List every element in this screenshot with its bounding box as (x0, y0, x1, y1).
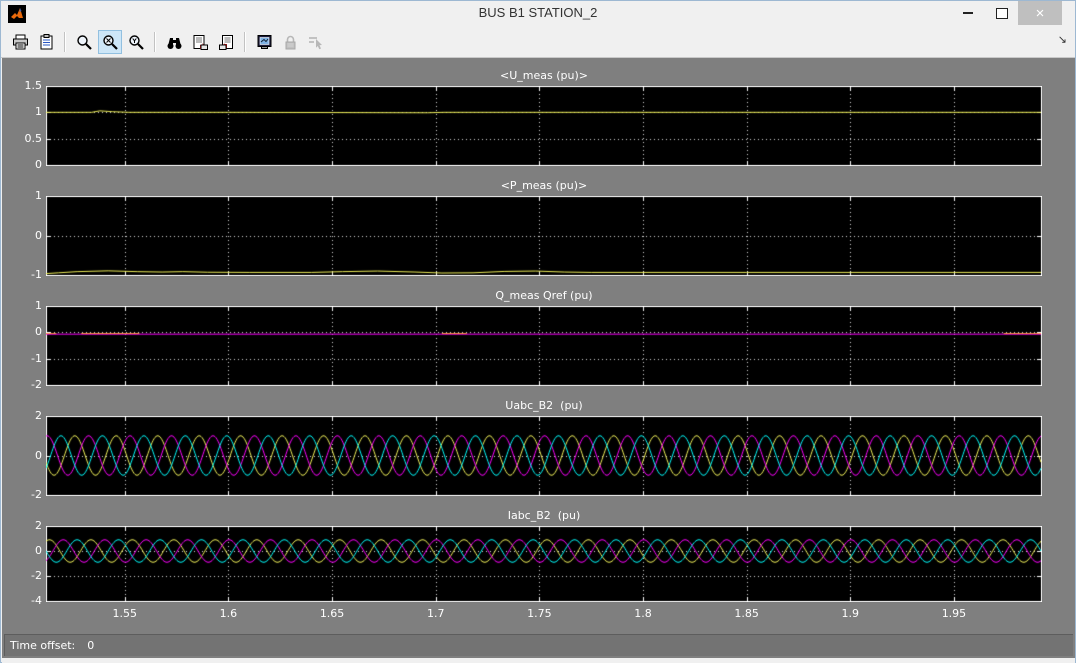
plot-title: Iabc_B2 (pu) (507, 509, 581, 522)
x-tick-label: 1.55 (112, 607, 138, 620)
y-tick-label: 2 (35, 519, 42, 532)
plot-canvas[interactable] (46, 526, 1042, 602)
parameters-icon (40, 33, 52, 49)
y-tick-label: 2 (35, 409, 42, 422)
signal-selection-icon (308, 36, 322, 49)
x-tick-label: 1.9 (841, 607, 860, 620)
binoculars-icon (167, 37, 181, 49)
toolbar-overflow-icon[interactable]: ↘ (1058, 33, 1067, 46)
window-bottom-frame (2, 658, 1075, 663)
floating-scope-button[interactable] (252, 30, 276, 54)
toolbar-separator (244, 32, 246, 52)
plot-title: Q_meas Qref (pu) (495, 289, 593, 302)
y-tick-label: 0 (35, 544, 42, 557)
zoom-button[interactable] (72, 30, 96, 54)
zoom-x-button[interactable] (98, 30, 122, 54)
x-tick-label: 1.95 (941, 607, 967, 620)
y-tick-label: 1 (35, 189, 42, 202)
save-axes-icon (193, 34, 208, 50)
y-tick-label: 0 (35, 158, 42, 171)
scope-plot-area: Time offset: 0 <U_meas (pu)> 0 0.5 1 1.5 <P_m… (2, 58, 1075, 658)
y-tick-label: 1 (35, 105, 42, 119)
lock-axes-button[interactable] (278, 30, 302, 54)
save-axes-button[interactable] (188, 30, 212, 54)
time-offset-value: 0 (87, 639, 95, 652)
zoom-icon (76, 34, 92, 50)
toolbar-separator (154, 32, 156, 52)
plot-title: <P_meas (pu)> (500, 179, 588, 192)
plot-canvas[interactable] (46, 416, 1042, 496)
y-tick-label: 0 (35, 448, 42, 462)
plot-title: Uabc_B2 (pu) (505, 399, 583, 412)
lock-icon (285, 35, 295, 49)
minimize-icon (963, 12, 973, 14)
x-tick-label: 1.8 (634, 607, 652, 620)
close-icon: × (1035, 4, 1045, 22)
y-tick-label: -1 (31, 268, 42, 281)
y-tick-label: -2 (31, 488, 42, 501)
floating-scope-icon (257, 34, 271, 49)
close-button[interactable]: × (1018, 1, 1062, 25)
window-title: BUS B1 STATION_2 (478, 5, 598, 20)
y-tick-label: 1 (35, 299, 42, 312)
x-tick-label: 1.75 (527, 607, 552, 620)
maximize-icon (996, 7, 1008, 19)
autoscale-button[interactable] (162, 30, 186, 54)
title-bar[interactable]: BUS B1 STATION_2 × (1, 1, 1075, 27)
plot-canvas[interactable] (46, 306, 1042, 386)
y-tick-label: -1 (31, 351, 42, 365)
plot-canvas[interactable] (46, 196, 1042, 276)
y-tick-label: -4 (31, 594, 42, 607)
scope-toolbar (1, 27, 1075, 58)
y-tick-label: 0 (35, 325, 42, 339)
y-tick-label: -2 (31, 569, 42, 582)
x-tick-label: 1.7 (426, 607, 445, 620)
zoom-x-icon (102, 34, 118, 50)
x-tick-label: 1.6 (219, 607, 238, 620)
y-tick-label: 0 (35, 228, 42, 242)
plot-title: <U_meas (pu)> (500, 69, 588, 82)
restore-axes-button[interactable] (214, 30, 238, 54)
y-tick-label: 1.5 (24, 79, 43, 92)
x-tick-label: 1.65 (319, 607, 345, 620)
x-tick-label: 1.85 (734, 607, 759, 620)
print-button[interactable] (8, 30, 32, 54)
parameters-button[interactable] (34, 30, 58, 54)
zoom-y-icon (128, 34, 144, 50)
maximize-button[interactable] (987, 1, 1017, 25)
y-tick-label: 0.5 (24, 131, 43, 145)
restore-axes-icon (218, 34, 233, 50)
y-tick-label: -2 (31, 378, 42, 391)
minimize-button[interactable] (953, 1, 983, 25)
toolbar-separator (64, 32, 66, 52)
zoom-y-button[interactable] (124, 30, 148, 54)
plot-canvas[interactable] (46, 86, 1042, 166)
status-bar: Time offset: 0 (4, 634, 1073, 656)
printer-icon (12, 34, 28, 49)
signal-selection-button[interactable] (304, 30, 328, 54)
time-offset-label: Time offset: (10, 639, 76, 652)
scope-window: BUS B1 STATION_2 × ↘ Time offset: 0 <U_m… (0, 0, 1076, 663)
